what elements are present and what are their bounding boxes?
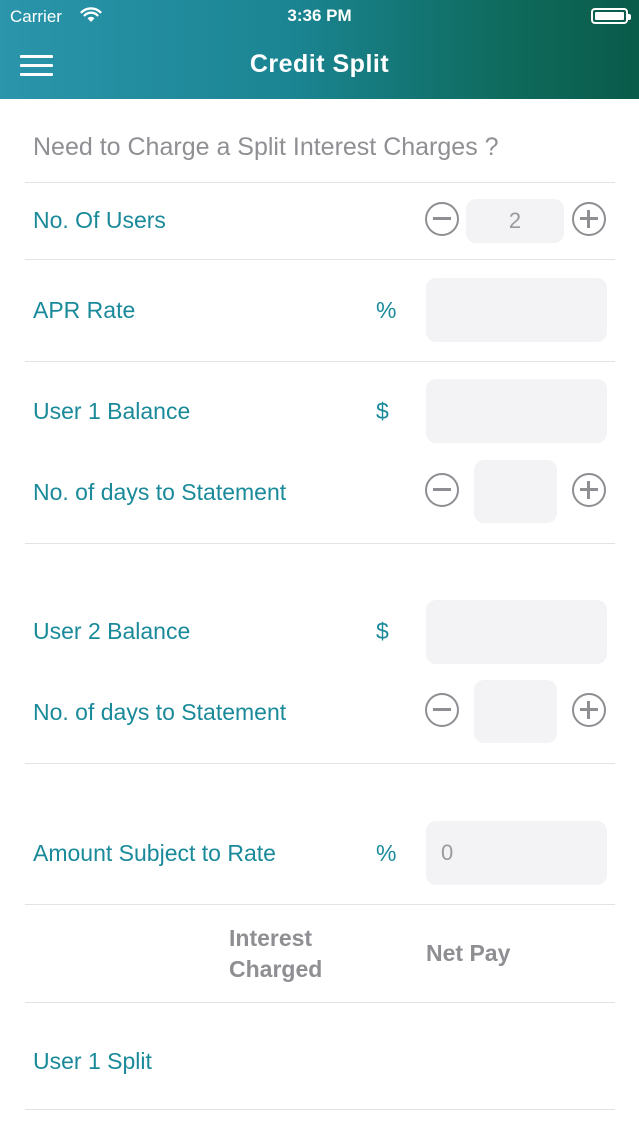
amount-label: Amount Subject to Rate bbox=[33, 840, 276, 866]
divider bbox=[25, 543, 615, 544]
battery-icon bbox=[591, 8, 631, 24]
divider bbox=[25, 259, 615, 260]
user2-days-minus-icon[interactable] bbox=[425, 693, 459, 727]
users-plus-icon[interactable] bbox=[572, 202, 606, 236]
divider bbox=[25, 763, 615, 764]
apr-unit: % bbox=[376, 297, 397, 323]
divider bbox=[25, 182, 615, 183]
status-time: 3:36 PM bbox=[287, 6, 352, 25]
divider bbox=[25, 361, 615, 362]
user1-days-field[interactable] bbox=[474, 460, 557, 523]
interest-charged-header: Interest Charged bbox=[229, 925, 323, 982]
divider bbox=[25, 1109, 615, 1110]
user1-days-label: No. of days to Statement bbox=[33, 479, 287, 505]
apr-input[interactable] bbox=[426, 278, 607, 342]
user2-currency-unit: $ bbox=[376, 618, 389, 644]
amount-unit: % bbox=[376, 840, 397, 866]
user1-balance-input[interactable] bbox=[426, 379, 607, 443]
divider bbox=[25, 1002, 615, 1003]
users-label: No. Of Users bbox=[33, 207, 166, 233]
user2-balance-input[interactable] bbox=[426, 600, 607, 664]
divider bbox=[25, 904, 615, 905]
user2-days-field[interactable] bbox=[474, 680, 557, 743]
users-minus-icon[interactable] bbox=[425, 202, 459, 236]
user1-days-minus-icon[interactable] bbox=[425, 473, 459, 507]
user2-balance-label: User 2 Balance bbox=[33, 618, 191, 644]
user2-days-plus-icon[interactable] bbox=[572, 693, 606, 727]
user2-days-label: No. of days to Statement bbox=[33, 699, 287, 725]
amount-input[interactable]: 0 bbox=[426, 821, 607, 885]
user1-balance-label: User 1 Balance bbox=[33, 398, 191, 424]
net-pay-header: Net Pay bbox=[426, 940, 511, 966]
user1-split-label: User 1 Split bbox=[33, 1048, 152, 1074]
user1-days-plus-icon[interactable] bbox=[572, 473, 606, 507]
nav-header: Carrier 3:36 PM Credit Split bbox=[0, 0, 639, 99]
apr-label: APR Rate bbox=[33, 297, 136, 323]
page-title: Credit Split bbox=[249, 50, 390, 78]
user1-currency-unit: $ bbox=[376, 398, 389, 424]
users-count-field[interactable]: 2 bbox=[466, 199, 564, 243]
status-bar: Carrier 3:36 PM bbox=[0, 0, 639, 32]
section-subtitle: Need to Charge a Split Interest Charges … bbox=[33, 133, 499, 161]
